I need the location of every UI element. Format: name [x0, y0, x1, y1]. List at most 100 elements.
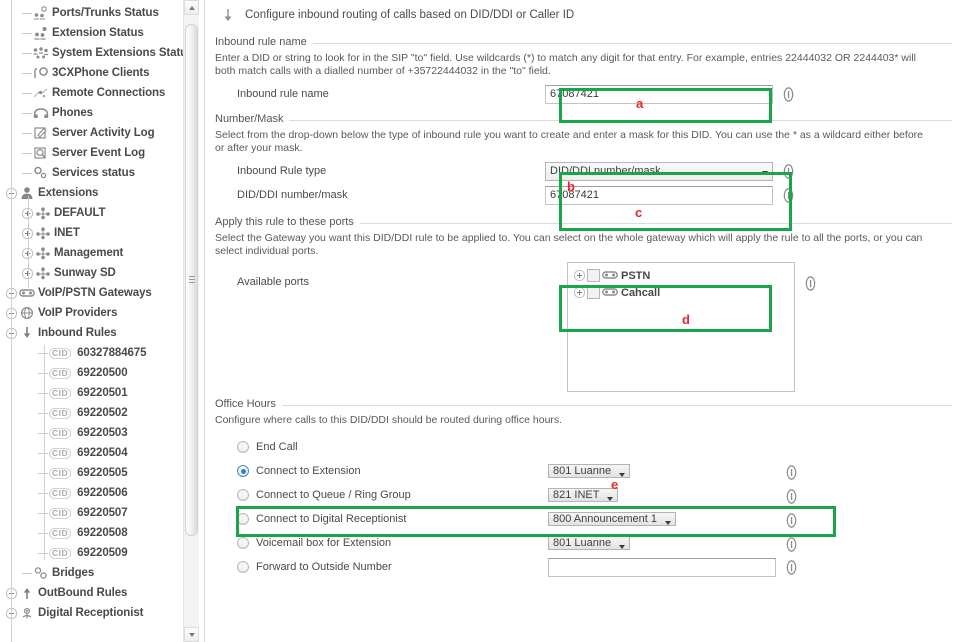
- scroll-down-arrow-icon[interactable]: [184, 627, 199, 642]
- sidebar-item-bridges[interactable]: Bridges: [0, 563, 205, 583]
- section-title-rule-name: Inbound rule name: [215, 36, 313, 48]
- tree-connector: [22, 92, 32, 94]
- sidebar-item-69220506[interactable]: CID 69220506: [0, 483, 205, 503]
- sidebar-item-label: 69220508: [77, 527, 128, 539]
- office-hours-option-row[interactable]: Connect to Digital Receptionist 800 Annou…: [215, 507, 960, 531]
- chevron-down-icon: [619, 544, 626, 549]
- radio-connect-to-digital-receptionist[interactable]: [237, 513, 249, 525]
- sidebar-item-inet[interactable]: INET: [0, 223, 205, 243]
- scrollbar-thumb[interactable]: [185, 24, 198, 536]
- sidebar-item-extension-status[interactable]: Extension Status: [0, 23, 205, 43]
- scroll-up-arrow-icon[interactable]: [184, 0, 199, 15]
- expand-icon[interactable]: [574, 287, 585, 298]
- info-icon[interactable]: [781, 187, 796, 203]
- sidebar-item-label: INET: [54, 227, 80, 239]
- office-hours-target-select[interactable]: 821 INET: [548, 487, 619, 502]
- office-hours-option-row[interactable]: Voicemail box for Extension 801 Luanne: [215, 531, 960, 555]
- sidebar-item-60327884675[interactable]: CID 60327884675: [0, 343, 205, 363]
- available-ports-listbox[interactable]: PSTN Cahcall: [567, 262, 795, 392]
- cid-badge: CID: [49, 387, 72, 399]
- inbound-rules-icon: [19, 326, 35, 341]
- sidebar-item-label: 69220506: [77, 487, 128, 499]
- sidebar-item-label: Extensions: [38, 187, 99, 199]
- tree-guide-line: [44, 345, 45, 560]
- inbound-rule-type-select[interactable]: DID/DDI number/mask: [545, 161, 773, 181]
- group-icon: [35, 226, 51, 241]
- sidebar-item-remote-connections[interactable]: Remote Connections: [0, 83, 205, 103]
- office-hours-target-select[interactable]: 800 Announcement 1: [548, 511, 676, 526]
- sidebar-item-services-status[interactable]: Services status: [0, 163, 205, 183]
- sidebar-item-69220500[interactable]: CID 69220500: [0, 363, 205, 383]
- sidebar-item-server-activity-log[interactable]: Server Activity Log: [0, 123, 205, 143]
- sidebar-item-extensions[interactable]: Extensions: [0, 183, 205, 203]
- cid-badge: CID: [49, 407, 72, 419]
- sidebar-item-voip-providers[interactable]: VoIP Providers: [0, 303, 205, 323]
- radio-forward-to-outside-number[interactable]: [237, 561, 249, 573]
- info-icon[interactable]: [784, 464, 799, 480]
- office-hours-target-select[interactable]: 801 Luanne: [548, 463, 631, 478]
- sidebar-item-69220504[interactable]: CID 69220504: [0, 443, 205, 463]
- sidebar-item-default[interactable]: DEFAULT: [0, 203, 205, 223]
- sidebar-item-outbound-rules[interactable]: OutBound Rules: [0, 583, 205, 603]
- port-tree-item[interactable]: PSTN: [574, 267, 794, 284]
- inbound-rule-name-input[interactable]: 67087421: [545, 84, 773, 104]
- sidebar-scrollbar[interactable]: [183, 0, 199, 642]
- port-checkbox[interactable]: [587, 269, 600, 282]
- info-icon[interactable]: [803, 276, 818, 291]
- sidebar-tree[interactable]: Ports/Trunks Status Extension Status Syste…: [0, 0, 205, 642]
- sidebar-item-69220501[interactable]: CID 69220501: [0, 383, 205, 403]
- sidebar-item-69220502[interactable]: CID 69220502: [0, 403, 205, 423]
- phone-client-icon: [33, 66, 49, 81]
- info-icon[interactable]: [784, 559, 799, 575]
- office-hours-target-select[interactable]: 801 Luanne: [548, 535, 631, 550]
- radio-connect-to-extension[interactable]: [237, 465, 249, 477]
- info-icon[interactable]: [781, 163, 796, 179]
- chevron-down-icon: [619, 472, 626, 477]
- sidebar-item-69220509[interactable]: CID 69220509: [0, 543, 205, 563]
- info-icon[interactable]: [784, 512, 799, 528]
- office-hours-description: Configure where calls to this DID/DDI sh…: [215, 414, 563, 426]
- office-hours-option-row[interactable]: Connect to Queue / Ring Group 821 INET: [215, 483, 960, 507]
- office-hours-outside-number-input[interactable]: [548, 557, 776, 577]
- radio-end-call[interactable]: [237, 441, 249, 453]
- info-icon[interactable]: [781, 86, 796, 102]
- navigation-sidebar[interactable]: Ports/Trunks Status Extension Status Syste…: [0, 0, 205, 642]
- tree-connector: [22, 12, 32, 14]
- group-icon: [35, 206, 51, 221]
- info-icon[interactable]: [784, 536, 799, 552]
- port-tree-item[interactable]: Cahcall: [574, 284, 794, 301]
- port-label: Cahcall: [621, 286, 661, 299]
- did-number-mask-input[interactable]: 67087421: [545, 185, 773, 205]
- expand-icon[interactable]: [574, 270, 585, 281]
- sidebar-item-ports-trunks-status[interactable]: Ports/Trunks Status: [0, 3, 205, 23]
- sidebar-item-inbound-rules[interactable]: Inbound Rules: [0, 323, 205, 343]
- tree-connector: [22, 132, 32, 134]
- port-checkbox[interactable]: [587, 286, 600, 299]
- radio-voicemail-box-for-extension[interactable]: [237, 537, 249, 549]
- inbound-rule-type-row: Inbound Rule type DID/DDI number/mask: [215, 159, 960, 183]
- sidebar-item-digital-receptionist[interactable]: Digital Receptionist: [0, 603, 205, 623]
- sidebar-item-server-event-log[interactable]: Server Event Log: [0, 143, 205, 163]
- sidebar-item-69220508[interactable]: CID 69220508: [0, 523, 205, 543]
- office-hours-option-row[interactable]: Forward to Outside Number: [215, 555, 960, 579]
- sidebar-item-3cxphone-clients[interactable]: 3CXPhone Clients: [0, 63, 205, 83]
- sidebar-item-69220503[interactable]: CID 69220503: [0, 423, 205, 443]
- rule-name-description: Enter a DID or string to look for in the…: [215, 52, 916, 77]
- radio-connect-to-queue-ring-group[interactable]: [237, 489, 249, 501]
- tree-connector: [38, 512, 48, 514]
- sidebar-item-voip-pstn-gateways[interactable]: VoIP/PSTN Gateways: [0, 283, 205, 303]
- office-hours-option-row[interactable]: Connect to Extension 801 Luanne: [215, 459, 960, 483]
- sidebar-item-label: 69220500: [77, 367, 128, 379]
- section-title-number-mask: Number/Mask: [215, 113, 290, 125]
- sidebar-item-system-extensions-status[interactable]: System Extensions Status: [0, 43, 205, 63]
- sidebar-item-sunway-sd[interactable]: Sunway SD: [0, 263, 205, 283]
- tree-connector: [38, 452, 48, 454]
- sidebar-item-69220507[interactable]: CID 69220507: [0, 503, 205, 523]
- section-rule-line: [215, 43, 952, 44]
- info-icon[interactable]: [784, 488, 799, 504]
- sidebar-item-phones[interactable]: Phones: [0, 103, 205, 123]
- sidebar-item-69220505[interactable]: CID 69220505: [0, 463, 205, 483]
- sidebar-item-management[interactable]: Management: [0, 243, 205, 263]
- chevron-down-icon: [664, 520, 671, 525]
- office-hours-option-row[interactable]: End Call: [215, 435, 960, 459]
